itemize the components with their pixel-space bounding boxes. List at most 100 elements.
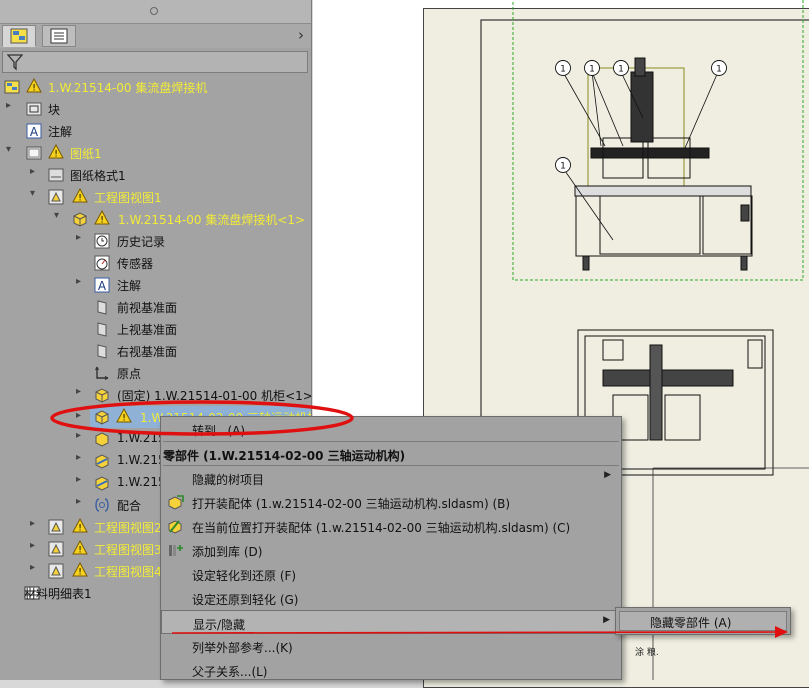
assembly-icon (95, 432, 109, 447)
balloon-label: 1 (560, 162, 566, 172)
expand-arrow-icon[interactable]: ▸ (76, 496, 86, 507)
history-icon (94, 233, 110, 249)
tree-item-origin[interactable]: 原点 (0, 362, 311, 384)
tree-item-label: 传感器 (117, 257, 154, 271)
chevron-right-icon[interactable]: › (298, 26, 304, 44)
collapse-arrow-icon[interactable]: ▾ (54, 210, 64, 221)
menu-item-add-to-library[interactable]: 添加到库 (D) (161, 538, 621, 562)
tree-item-label: 图纸格式1 (70, 169, 126, 183)
tree-item-front-plane[interactable]: 前视基准面 (0, 296, 311, 318)
tree-item-notes[interactable]: ▸ A 注解 (0, 274, 311, 296)
panel-resize-handle[interactable] (311, 352, 312, 392)
plane-icon (97, 300, 107, 315)
drawing-view-icon (48, 541, 64, 557)
balloon-label: 1 (618, 65, 624, 75)
drawing-root-icon (4, 80, 20, 94)
origin-icon (95, 366, 109, 380)
menu-item-set-restore-lightweight[interactable]: 设定还原到轻化 (G) (161, 586, 621, 610)
tree-item-drawing-view1[interactable]: ▾ ! 工程图视图1 (0, 186, 311, 208)
expand-arrow-icon[interactable]: ▸ (30, 540, 40, 551)
filter-bar (0, 48, 311, 76)
menu-item-label: 隐藏的树项目 (192, 473, 265, 487)
expand-arrow-icon[interactable]: ▸ (6, 100, 16, 111)
tree-item-label: 注解 (117, 279, 142, 293)
tree-item-root[interactable]: ! 1.W.21514-00 集流盘焊接机 (0, 76, 311, 98)
menu-item-hidden-tree-items[interactable]: 隐藏的树项目 ▶ (161, 466, 621, 490)
menu-item-parent-child[interactable]: 父子关系...(L) (161, 658, 621, 682)
warning-icon: ! (72, 562, 88, 578)
expand-arrow-icon[interactable]: ▸ (76, 452, 86, 463)
grip-icon[interactable] (150, 7, 158, 15)
tree-item-label: 材料明细表1 (24, 587, 92, 601)
expand-arrow-icon[interactable]: ▸ (30, 166, 40, 177)
tree-item-history[interactable]: ▸ 历史记录 (0, 230, 311, 252)
svg-text:!: ! (78, 568, 82, 578)
menu-item-open-assembly[interactable]: 打开装配体 (1.w.21514-02-00 三轴运动机构.sldasm) (B… (161, 490, 621, 514)
tree-item-sheet-format[interactable]: ▸ 图纸格式1 (0, 164, 311, 186)
menu-header-component: 零部件 (1.W.21514-02-00 三轴运动机构) (161, 442, 621, 466)
tab-feature-tree[interactable] (2, 25, 36, 47)
open-assembly-icon (168, 495, 184, 510)
menu-item-label: 显示/隐藏 (193, 618, 246, 632)
tree-item-right-plane[interactable]: 右视基准面 (0, 340, 311, 362)
expand-arrow-icon[interactable]: ▸ (76, 232, 86, 243)
tree-item-label: 右视基准面 (117, 345, 178, 359)
menu-item-goto[interactable]: 转到...(A) (161, 417, 621, 441)
warning-icon: ! (94, 210, 110, 226)
drawing-view-icon (48, 563, 64, 579)
sensor-icon (94, 255, 110, 271)
tree-item-label: (固定) 1.W.21514-01-00 机柜<1> (117, 389, 312, 403)
warning-icon: ! (116, 408, 132, 424)
tree-item-assembly[interactable]: ▾ ! 1.W.21514-00 集流盘焊接机<1> (0, 208, 311, 230)
expand-arrow-icon[interactable]: ▸ (76, 474, 86, 485)
menu-item-label: 列举外部参考...(K) (192, 641, 293, 655)
warning-icon: ! (72, 540, 88, 556)
tab-property-manager[interactable] (42, 25, 76, 47)
expand-arrow-icon[interactable]: ▸ (76, 276, 86, 287)
annotation-icon: A (94, 277, 110, 293)
menu-item-label: 添加到库 (D) (192, 545, 263, 559)
tree-item-notes[interactable]: A 注解 (0, 120, 311, 142)
filter-input[interactable] (2, 51, 308, 73)
warning-icon: ! (72, 518, 88, 534)
context-menu: 转到...(A) 零部件 (1.W.21514-02-00 三轴运动机构) 隐藏… (160, 416, 622, 680)
tree-item-cabinet[interactable]: ▸ (固定) 1.W.21514-01-00 机柜<1> (0, 384, 312, 406)
assembly-icon (95, 388, 109, 403)
expand-arrow-icon[interactable]: ▸ (30, 518, 40, 529)
tree-item-sheet[interactable]: ▾ ! 图纸1 (0, 142, 311, 164)
part-icon (95, 454, 109, 469)
menu-item-open-in-place[interactable]: 在当前位置打开装配体 (1.w.21514-02-00 三轴运动机构.sldas… (161, 514, 621, 538)
menu-item-show-hide[interactable]: 显示/隐藏 ▶ (161, 610, 621, 634)
mates-icon (95, 498, 109, 512)
submenu-item-hide-component[interactable]: 隐藏零部件 (A) (619, 611, 787, 631)
expand-arrow-icon[interactable]: ▸ (76, 430, 86, 441)
expand-arrow-icon[interactable]: ▸ (30, 562, 40, 573)
annotation-icon: A (26, 123, 42, 139)
tree-item-blocks[interactable]: ▸ 块 (0, 98, 311, 120)
sheet-format-icon (48, 168, 64, 182)
tree-item-label: 历史记录 (117, 235, 166, 249)
assembly-icon (73, 212, 87, 227)
svg-text:!: ! (100, 216, 104, 226)
tree-item-label: 工程图视图2 (94, 521, 162, 535)
tree-item-top-plane[interactable]: 上视基准面 (0, 318, 311, 340)
menu-item-set-lightweight-restore[interactable]: 设定轻化到还原 (F) (161, 562, 621, 586)
menu-item-label: 在当前位置打开装配体 (1.w.21514-02-00 三轴运动机构.sldas… (192, 521, 571, 535)
svg-text:!: ! (78, 524, 82, 534)
expand-arrow-icon[interactable]: ▸ (76, 386, 86, 397)
library-icon (169, 545, 183, 556)
drawing-view-icon (48, 189, 64, 205)
tree-item-label: 1.W.21514-00 集流盘焊接机 (48, 81, 208, 95)
tree-item-sensors[interactable]: 传感器 (0, 252, 311, 274)
svg-text:!: ! (122, 414, 126, 424)
svg-text:A: A (30, 125, 39, 139)
tree-item-label: 工程图视图1 (94, 191, 162, 205)
collapse-arrow-icon[interactable]: ▾ (6, 144, 16, 155)
expand-arrow-icon[interactable]: ▸ (76, 410, 81, 421)
assembly-icon (95, 410, 109, 425)
tree-item-label: 上视基准面 (117, 323, 178, 337)
collapse-arrow-icon[interactable]: ▾ (30, 188, 40, 199)
panel-top-bar (0, 0, 311, 24)
warning-icon: ! (72, 188, 88, 204)
menu-item-list-external-refs[interactable]: 列举外部参考...(K) (161, 634, 621, 658)
